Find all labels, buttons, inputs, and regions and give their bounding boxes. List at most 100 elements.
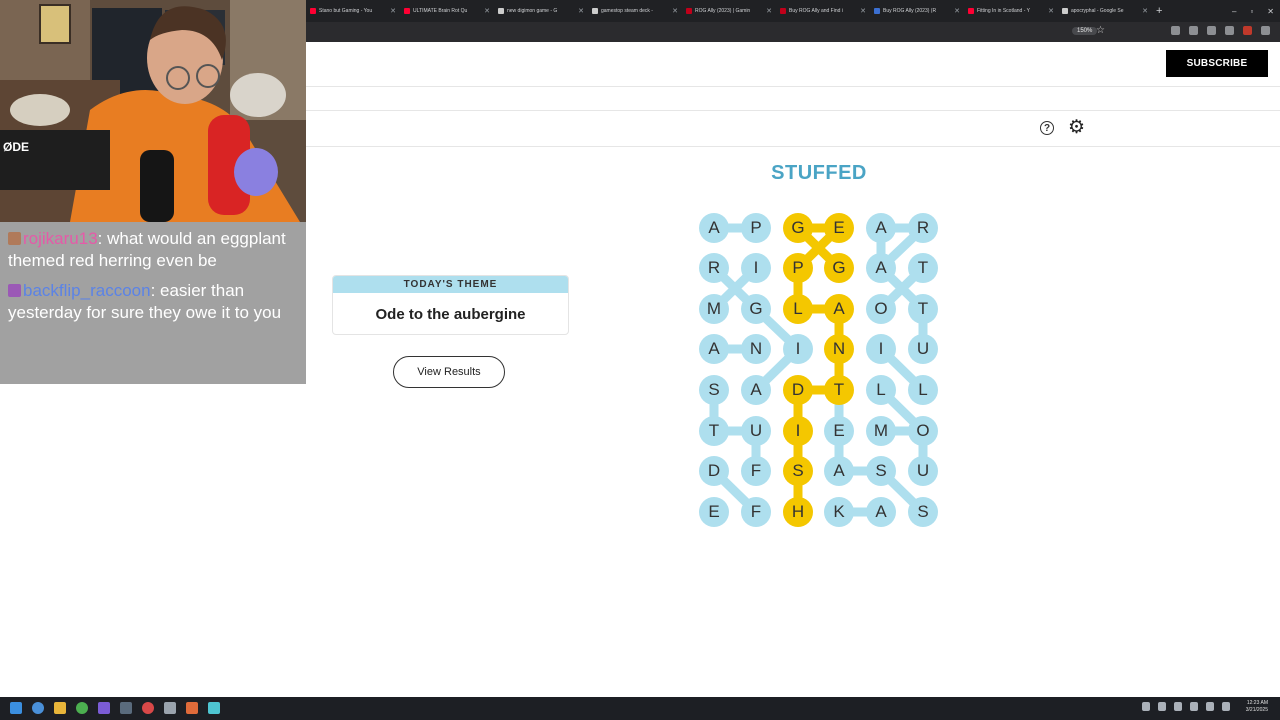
extension-icon[interactable] <box>1207 26 1216 35</box>
letter-tile[interactable]: S <box>908 497 938 527</box>
letter-tile[interactable]: F <box>741 456 771 486</box>
letter-tile[interactable]: A <box>866 497 896 527</box>
maximize-button[interactable]: ▫ <box>1250 7 1253 16</box>
letter-tile[interactable]: I <box>741 253 771 283</box>
letter-tile[interactable]: T <box>824 375 854 405</box>
letter-tile[interactable]: S <box>699 375 729 405</box>
letter-tile[interactable]: P <box>741 213 771 243</box>
letter-tile[interactable]: A <box>866 213 896 243</box>
help-icon[interactable]: ? <box>1040 121 1054 135</box>
discord-icon[interactable] <box>98 702 110 714</box>
browser-tab[interactable]: ULTIMATE Brain Rot Qu ✕ <box>400 0 494 22</box>
folder-icon[interactable] <box>54 702 66 714</box>
letter-tile[interactable]: P <box>783 253 813 283</box>
windows-start-icon[interactable] <box>10 702 22 714</box>
letter-tile[interactable]: R <box>908 213 938 243</box>
browser-icon[interactable] <box>186 702 198 714</box>
letter-tile[interactable]: A <box>824 294 854 324</box>
letter-tile[interactable]: A <box>741 375 771 405</box>
letter-tile[interactable]: S <box>783 456 813 486</box>
letter-tile[interactable]: A <box>824 456 854 486</box>
letter-tile[interactable]: N <box>741 334 771 364</box>
browser-tab[interactable]: Fitting In in Scotland - Y ✕ <box>964 0 1058 22</box>
letter-tile[interactable]: M <box>866 416 896 446</box>
letter-tile[interactable]: M <box>699 294 729 324</box>
steam-icon[interactable] <box>120 702 132 714</box>
taskbar-clock[interactable]: 12:23 AM 3/21/2025 <box>1246 700 1268 714</box>
webcam-image: ØDE <box>0 0 306 222</box>
tab-close-icon[interactable]: ✕ <box>670 7 678 15</box>
tab-close-icon[interactable]: ✕ <box>858 7 866 15</box>
shield-icon[interactable] <box>1171 26 1180 35</box>
letter-tile[interactable]: O <box>908 416 938 446</box>
letter-tile[interactable]: E <box>699 497 729 527</box>
download-icon[interactable] <box>1189 26 1198 35</box>
browser-tab[interactable]: new digimon game - G ✕ <box>494 0 588 22</box>
chevron-up-icon[interactable] <box>1142 702 1150 711</box>
menu-icon[interactable] <box>1261 26 1270 35</box>
letter-tile[interactable]: U <box>908 334 938 364</box>
puzzle-icon[interactable] <box>1225 26 1234 35</box>
zoom-level-badge[interactable]: 150% <box>1072 27 1098 35</box>
obs-icon[interactable] <box>142 702 154 714</box>
letter-tile[interactable]: H <box>783 497 813 527</box>
tab-close-icon[interactable]: ✕ <box>764 7 772 15</box>
view-results-button[interactable]: View Results <box>393 356 505 388</box>
bookmark-star-icon[interactable]: ☆ <box>1096 25 1105 36</box>
notepad-icon[interactable] <box>208 702 220 714</box>
tab-close-icon[interactable]: ✕ <box>952 7 960 15</box>
close-window-button[interactable]: ✕ <box>1267 7 1274 16</box>
letter-tile[interactable]: I <box>866 334 896 364</box>
letter-tile[interactable]: I <box>783 416 813 446</box>
letter-tile[interactable]: I <box>783 334 813 364</box>
volume-icon[interactable] <box>1190 702 1198 711</box>
letter-tile[interactable]: U <box>908 456 938 486</box>
cloud-icon[interactable] <box>1158 702 1166 711</box>
profile-icon[interactable] <box>1243 26 1252 35</box>
letter-tile[interactable]: T <box>908 294 938 324</box>
search-icon[interactable] <box>32 702 44 714</box>
subscribe-button[interactable]: SUBSCRIBE <box>1166 50 1268 77</box>
minimize-button[interactable]: – <box>1232 7 1236 16</box>
browser-tab[interactable]: Buy ROG Ally and Find i ✕ <box>776 0 870 22</box>
tab-close-icon[interactable]: ✕ <box>1140 7 1148 15</box>
letter-tile[interactable]: A <box>699 213 729 243</box>
tab-close-icon[interactable]: ✕ <box>388 7 396 15</box>
app-icon[interactable] <box>164 702 176 714</box>
tab-close-icon[interactable]: ✕ <box>482 7 490 15</box>
tab-close-icon[interactable]: ✕ <box>1046 7 1054 15</box>
battery-icon[interactable] <box>1206 702 1214 711</box>
letter-tile[interactable]: O <box>866 294 896 324</box>
browser-tab[interactable]: gamestop steam deck - ✕ <box>588 0 682 22</box>
letter-tile[interactable]: E <box>824 213 854 243</box>
letter-tile[interactable]: T <box>908 253 938 283</box>
letter-tile[interactable]: T <box>699 416 729 446</box>
letter-tile[interactable]: E <box>824 416 854 446</box>
letter-tile[interactable]: G <box>824 253 854 283</box>
letter-tile[interactable]: G <box>783 213 813 243</box>
network-icon[interactable] <box>1174 702 1182 711</box>
letter-tile[interactable]: L <box>783 294 813 324</box>
letter-tile[interactable]: K <box>824 497 854 527</box>
settings-gear-icon[interactable]: ⚙ <box>1068 118 1085 138</box>
letter-tile[interactable]: S <box>866 456 896 486</box>
letter-tile[interactable]: D <box>699 456 729 486</box>
letter-tile[interactable]: L <box>866 375 896 405</box>
letter-tile[interactable]: N <box>824 334 854 364</box>
chrome-icon[interactable] <box>76 702 88 714</box>
letter-tile[interactable]: G <box>741 294 771 324</box>
letter-tile[interactable]: R <box>699 253 729 283</box>
letter-tile[interactable]: F <box>741 497 771 527</box>
letter-tile[interactable]: L <box>908 375 938 405</box>
letter-tile[interactable]: A <box>699 334 729 364</box>
keyboard-icon[interactable] <box>1222 702 1230 711</box>
letter-tile[interactable]: D <box>783 375 813 405</box>
tab-close-icon[interactable]: ✕ <box>576 7 584 15</box>
letter-tile[interactable]: A <box>866 253 896 283</box>
browser-tab[interactable]: ROG Ally (2023) | Gamin ✕ <box>682 0 776 22</box>
browser-tab[interactable]: Buy ROG Ally (2023) (R ✕ <box>870 0 964 22</box>
new-tab-button[interactable]: + <box>1156 5 1162 17</box>
letter-tile[interactable]: U <box>741 416 771 446</box>
browser-tab[interactable]: Stano but Gaming - You ✕ <box>306 0 400 22</box>
browser-tab[interactable]: apocryphal - Google Se ✕ <box>1058 0 1152 22</box>
